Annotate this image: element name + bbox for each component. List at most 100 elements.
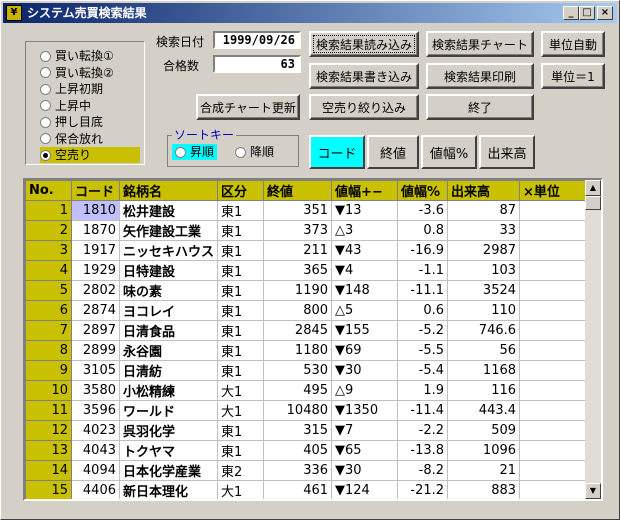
table-row[interactable]: 134043トクヤマ東1405▼65-13.810961 — [25, 440, 597, 461]
table-cell: ▼50 — [332, 501, 398, 502]
table-cell: 16 — [26, 501, 72, 502]
unit-one-button[interactable]: 単位＝1 — [541, 63, 605, 89]
table-cell: 呉羽化学 — [118, 420, 219, 441]
table-cell: -13.8 — [397, 440, 449, 461]
sort-desc-label: 降順 — [250, 145, 275, 159]
table-cell: 2802 — [71, 280, 120, 301]
table-cell: △3 — [331, 220, 399, 241]
table-cell: 東1 — [218, 501, 264, 502]
column-header[interactable]: No. — [25, 180, 72, 201]
table-cell: 2 — [25, 220, 72, 241]
table-cell: 2987 — [447, 240, 521, 261]
vertical-scrollbar[interactable]: ▲ ▼ — [585, 180, 601, 499]
table-row[interactable]: 124023呉羽化学東1315▼7-2.25091 — [25, 420, 597, 441]
sort-key-button[interactable]: コード — [309, 135, 365, 169]
table-cell: -11.1 — [397, 280, 449, 301]
strategy-radio[interactable]: 買い転換② — [40, 65, 140, 81]
strategy-radio[interactable]: 買い転換① — [40, 48, 140, 64]
sort-key-button[interactable]: 終値 — [367, 135, 419, 169]
table-cell: 矢作建設工業 — [118, 220, 219, 241]
unit-auto-button[interactable]: 単位自動 — [541, 31, 605, 57]
short-filter-button[interactable]: 空売り絞り込み — [309, 94, 419, 120]
table-row[interactable]: 21870矢作建設工業東1373△30.8331 — [25, 220, 597, 241]
table-row[interactable]: 62874ヨコレイ東1800△50.61101 — [25, 300, 597, 321]
table-cell: 10480 — [263, 400, 333, 421]
strategy-radio[interactable]: 押し目底 — [40, 114, 140, 130]
strategy-radio-label: 保合放れ — [55, 131, 104, 146]
table-row[interactable]: 93105日清紡東1530▼30-5.411681 — [25, 360, 597, 381]
table-cell: 4043 — [71, 440, 120, 461]
table-row[interactable]: 72897日清食品東12845▼155-5.2746.61 — [25, 320, 597, 341]
radio-dot-icon — [40, 133, 51, 144]
title-bar[interactable]: ¥ システム売買検索結果 _ □ × — [3, 3, 617, 23]
table-cell: 0.6 — [397, 300, 449, 321]
table-cell: ▼4 — [331, 260, 399, 281]
sort-caption: ソートキー — [172, 128, 237, 142]
column-header[interactable]: コード — [71, 180, 120, 201]
column-header[interactable]: 終値 — [263, 180, 333, 201]
table-cell: -0.9 — [398, 501, 448, 502]
results-chart-button[interactable]: 検索結果チャート — [426, 31, 534, 57]
strategy-radio[interactable]: 空売り — [40, 147, 140, 163]
date-label: 検索日付 — [156, 35, 205, 49]
exit-button[interactable]: 終了 — [426, 94, 534, 120]
table-row[interactable]: 113596ワールド大110480▼1350-11.4443.41 — [25, 400, 597, 421]
table-cell: 1096 — [447, 440, 521, 461]
minimize-button[interactable]: _ — [563, 6, 579, 20]
column-header[interactable]: 銘柄名 — [118, 180, 219, 201]
table-cell: 21 — [447, 460, 521, 481]
table-row[interactable]: 164502武田薬品東15500▼50-0.950161 — [26, 501, 596, 502]
table-row[interactable]: 41929日特建設東1365▼4-1.11031 — [25, 260, 597, 281]
count-field[interactable]: 63 — [213, 55, 301, 73]
table-cell: 4094 — [71, 460, 120, 481]
strategy-radio[interactable]: 上昇初期 — [40, 81, 140, 97]
close-button[interactable]: × — [597, 6, 613, 20]
column-header[interactable]: 出来高 — [447, 180, 521, 201]
sort-desc-radio[interactable]: 降順 — [232, 144, 277, 160]
table-cell: 松井建設 — [118, 200, 219, 221]
table-row[interactable]: 11810松井建設東1351▼13-3.6871 — [25, 200, 597, 221]
table-cell: 3596 — [71, 400, 120, 421]
load-results-button[interactable]: 検索結果読み込み — [309, 31, 419, 57]
table-cell: 東1 — [217, 300, 265, 321]
table-row[interactable]: 154406新日本理化大1461▼124-21.2883 1 — [25, 480, 597, 499]
composite-chart-update-button[interactable]: 合成チャート更新 — [196, 94, 300, 120]
table-cell: ▼124 — [331, 480, 399, 499]
table-row[interactable]: 144094日本化学産業東2336▼30-8.2211 — [25, 460, 597, 481]
table-row[interactable]: 31917ニッセキハウス東1211▼43-16.929871 — [25, 240, 597, 261]
strategy-radio-label: 買い転換① — [55, 49, 114, 63]
window-title: システム売買検索結果 — [27, 6, 147, 20]
table-row[interactable]: 103580小松精練大1495△91.91161 — [25, 380, 597, 401]
radio-dot-icon — [40, 50, 51, 62]
table-cell: 3580 — [71, 380, 120, 401]
sort-key-button[interactable]: 値幅% — [421, 135, 477, 169]
scroll-thumb[interactable] — [585, 196, 601, 210]
maximize-button[interactable]: □ — [579, 6, 595, 20]
column-header[interactable]: 区分 — [217, 180, 265, 201]
table-cell: 7 — [25, 320, 72, 341]
table-row[interactable]: 82899永谷園東11180▼69-5.5561 — [25, 340, 597, 361]
sort-asc-radio[interactable]: 昇順 — [172, 144, 218, 160]
sort-key-button[interactable]: 出来高 — [479, 135, 535, 169]
results-grid[interactable]: No. コード 銘柄名 区分 終値 値幅+− 値幅% 出来高 ×単位 1 1810 松井建設 東1 35… — [23, 178, 603, 501]
strategy-radio[interactable]: 上昇中 — [40, 98, 140, 114]
table-cell: 336 — [263, 460, 333, 481]
app-icon: ¥ — [6, 5, 22, 21]
date-field[interactable]: 1999/09/26 — [213, 31, 301, 49]
strategy-radio-label: 押し目底 — [55, 115, 104, 129]
write-results-button[interactable]: 検索結果書き込み — [309, 63, 419, 89]
print-results-button[interactable]: 検索結果印刷 — [426, 63, 534, 89]
table-cell: 東1 — [217, 340, 265, 361]
table-cell: 800 — [263, 300, 333, 321]
column-header[interactable]: 値幅% — [397, 180, 449, 201]
table-cell: -1.1 — [397, 260, 449, 281]
scroll-up-icon[interactable]: ▲ — [585, 180, 601, 196]
table-cell: 116 — [447, 380, 521, 401]
table-cell: 495 — [263, 380, 333, 401]
table-row[interactable]: 52802味の素東11190▼148-11.135241 — [25, 280, 597, 301]
column-header[interactable]: 値幅+− — [331, 180, 399, 201]
table-cell: ▼13 — [331, 200, 399, 221]
strategy-radio[interactable]: 保合放れ — [40, 131, 140, 147]
scroll-down-icon[interactable]: ▼ — [585, 483, 601, 499]
table-cell: 5 — [25, 280, 72, 301]
